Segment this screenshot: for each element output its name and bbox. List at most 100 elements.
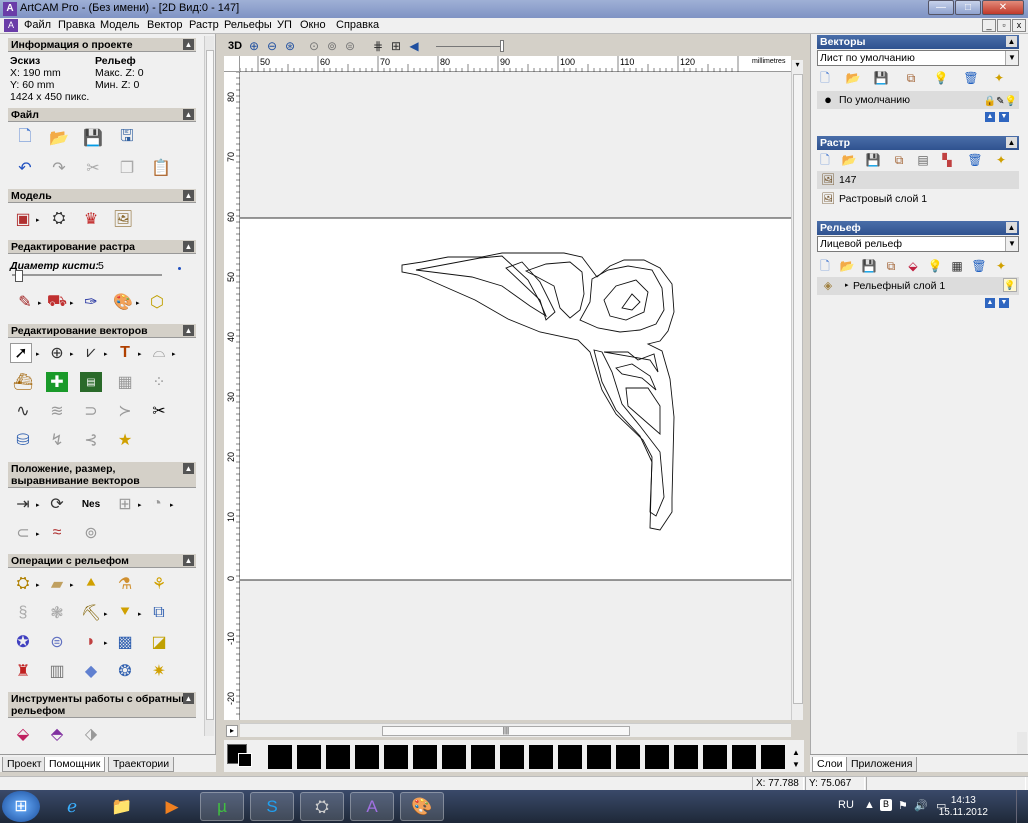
chevron-down-icon[interactable]: ▼: [1005, 51, 1018, 65]
join-vector-icon[interactable]: ≻: [114, 401, 136, 421]
section-file[interactable]: Файл ▲: [8, 108, 196, 122]
block-copy-icon[interactable]: ⊞: [114, 494, 136, 514]
shape-editor-icon[interactable]: ⛭: [12, 574, 34, 594]
delete-relief-icon[interactable]: 🗑: [971, 258, 987, 274]
raster-image-item[interactable]: 🖼 147: [817, 171, 1019, 189]
raster-display-icon[interactable]: ▤: [915, 152, 931, 168]
align-icon[interactable]: ⇥: [12, 494, 34, 514]
show-desktop-button[interactable]: [1016, 790, 1028, 823]
new-layer-icon[interactable]: 🗋: [817, 70, 833, 86]
ie-icon[interactable]: ℯ: [50, 792, 94, 821]
palette-swatch[interactable]: [703, 745, 727, 769]
collapse-icon[interactable]: ▲: [1006, 222, 1017, 233]
add-icon[interactable]: ✚: [46, 372, 68, 392]
cut-icon[interactable]: ✂: [82, 158, 104, 178]
reverse-relief-icon[interactable]: ⬙: [12, 724, 34, 744]
mdi-minimize-button[interactable]: _: [982, 19, 996, 32]
open-layer-icon[interactable]: 📂: [845, 70, 861, 86]
tray-expand-icon[interactable]: ▲: [864, 799, 875, 811]
start-button[interactable]: ⊞: [2, 791, 40, 822]
vectorize-icon[interactable]: ⬡: [146, 292, 168, 312]
relief-tile-icon[interactable]: ▥: [46, 661, 68, 681]
delete-raster-icon[interactable]: 🗑: [967, 152, 983, 168]
save-relief-icon[interactable]: 💾: [861, 258, 877, 274]
trim-vector-icon[interactable]: ✂: [148, 401, 170, 421]
scroll-menu-icon[interactable]: ▾: [792, 60, 803, 72]
collapse-icon[interactable]: ▲: [183, 463, 194, 474]
spiral-icon[interactable]: ⊚: [80, 523, 102, 543]
bulb-icon[interactable]: 💡: [933, 70, 949, 86]
shape-icon[interactable]: ◔: [146, 494, 168, 514]
zoom-fit-icon[interactable]: ⊜: [342, 38, 358, 54]
palette-swatch[interactable]: [297, 745, 321, 769]
spin-icon[interactable]: ⚗: [114, 574, 136, 594]
mdi-close-button[interactable]: x: [1012, 19, 1026, 32]
maximize-button[interactable]: □: [955, 0, 981, 15]
star-tool-icon[interactable]: ★: [114, 430, 136, 450]
menu-vector[interactable]: Вектор: [147, 19, 183, 31]
relief-globe-icon[interactable]: ❂: [114, 661, 136, 681]
paint-fill-icon[interactable]: ⛟: [46, 292, 68, 312]
relief-copy-icon[interactable]: ⧉: [883, 258, 899, 274]
undo-icon[interactable]: ↶: [14, 158, 36, 178]
relief-plane-icon[interactable]: ♜: [12, 661, 34, 681]
import-image-icon[interactable]: 🖼: [112, 209, 134, 229]
open-raster-icon[interactable]: 📂: [841, 152, 857, 168]
collapse-icon[interactable]: ▲: [183, 241, 194, 252]
nesting-icon[interactable]: Nes: [80, 494, 102, 514]
menu-window[interactable]: Окно: [300, 19, 326, 31]
blend-slider-thumb[interactable]: [500, 40, 504, 52]
palette-swatch[interactable]: [529, 745, 553, 769]
relief-star-icon[interactable]: ✷: [148, 661, 170, 681]
model-size-icon[interactable]: ▣: [12, 209, 34, 229]
draw-vector-icon[interactable]: ⩗: [80, 343, 102, 363]
collapse-icon[interactable]: ▲: [183, 555, 194, 566]
artcam-taskbar-icon[interactable]: A: [350, 792, 394, 821]
menu-help[interactable]: Справка: [336, 19, 379, 31]
mdi-restore-button[interactable]: ▫: [997, 19, 1011, 32]
palette-swatch[interactable]: [268, 745, 292, 769]
menu-toolpaths[interactable]: УП: [277, 19, 292, 31]
media-player-icon[interactable]: ▶: [150, 792, 194, 821]
zoom-out-icon[interactable]: ⊖: [264, 38, 280, 54]
section-position[interactable]: Положение, размер, выравнивание векторов…: [8, 462, 196, 488]
tab-apps[interactable]: Приложения: [846, 757, 918, 772]
close-button[interactable]: ✕: [982, 0, 1024, 15]
palette-swatch[interactable]: [558, 745, 582, 769]
expand-arrow-icon[interactable]: ▸: [845, 277, 849, 295]
zoom-box-icon[interactable]: ⊚: [324, 38, 340, 54]
vector-sheet-select[interactable]: Лист по умолчанию ▼: [817, 50, 1019, 66]
vertical-scroll-thumb[interactable]: [793, 74, 803, 704]
vertical-scrollbar[interactable]: ▾: [791, 60, 803, 720]
rotate-icon[interactable]: ⟳: [46, 494, 68, 514]
explorer-icon[interactable]: 📁: [100, 792, 144, 821]
extrude-icon[interactable]: ⛁: [12, 430, 34, 450]
menu-edit[interactable]: Правка: [58, 19, 95, 31]
texture-icon[interactable]: ❃: [46, 603, 68, 623]
relief-layer-icon[interactable]: ◪: [148, 632, 170, 652]
relief-layer-item[interactable]: ◈ ▸ Рельефный слой 1 💡: [817, 277, 1019, 295]
relief-layer-bulb-icon[interactable]: 💡: [1003, 278, 1017, 292]
back-arrow-icon[interactable]: ◀: [406, 38, 422, 54]
zoom-in-icon[interactable]: ⊕: [246, 38, 262, 54]
save-icon[interactable]: 💾: [82, 128, 104, 148]
raster-layer-item[interactable]: 🖼 Растровый слой 1: [817, 190, 1019, 208]
menu-file[interactable]: Файл: [24, 19, 51, 31]
palette-swatch[interactable]: [384, 745, 408, 769]
drawing-canvas[interactable]: [240, 72, 791, 720]
relief-blend-icon[interactable]: ◗: [80, 632, 102, 652]
vector-library-icon[interactable]: ▤: [80, 372, 102, 392]
snap-guides-icon[interactable]: ⊞: [388, 38, 404, 54]
layer-lock-icon[interactable]: 🔒✎💡: [977, 93, 1017, 107]
section-model[interactable]: Модель ▲: [8, 189, 196, 203]
tab-project[interactable]: Проект: [2, 757, 47, 772]
redo-icon[interactable]: ↷: [48, 158, 70, 178]
layer-up-icon[interactable]: ▲: [985, 112, 995, 122]
expand-icon[interactable]: ▸: [226, 725, 238, 737]
collapse-icon[interactable]: ▲: [1006, 137, 1017, 148]
new-relief-layer-icon[interactable]: 🗋: [817, 258, 833, 274]
app-icon[interactable]: ⛭: [300, 792, 344, 821]
relief-down-icon[interactable]: ▼: [999, 298, 1009, 308]
zoom-extents-icon[interactable]: ⊛: [282, 38, 298, 54]
fit-curve-icon[interactable]: ≋: [46, 401, 68, 421]
